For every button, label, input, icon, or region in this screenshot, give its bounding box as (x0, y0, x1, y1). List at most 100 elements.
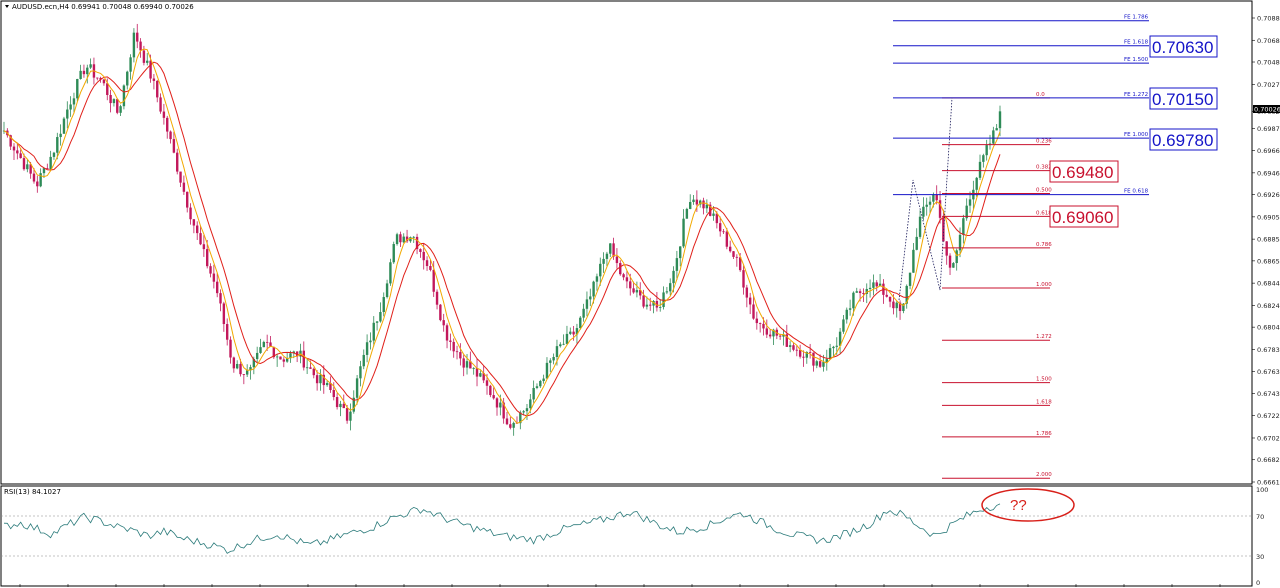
candle-body (585, 299, 589, 309)
candle-body (132, 32, 136, 58)
price-tick-label: 0.69055 (1257, 213, 1280, 221)
fib-exp-label: FE 1.618 (1124, 40, 1149, 46)
candle-body (189, 207, 192, 220)
candle-body (948, 255, 952, 268)
candle-body (96, 77, 99, 79)
candle-body (872, 282, 875, 288)
candle-body (732, 251, 735, 257)
fib-exp-label: FE 1.786 (1124, 15, 1149, 21)
candle-body (232, 357, 236, 369)
candle-body (632, 288, 635, 293)
candle-body (196, 225, 199, 234)
rsi-question-mark: ?? (1010, 497, 1027, 514)
rsi-tick-70: 70 (1256, 513, 1264, 521)
candle-body (818, 361, 822, 367)
candle-body (742, 270, 745, 288)
candle-body (89, 64, 92, 68)
candle-body (645, 304, 649, 307)
candle-body (219, 293, 222, 304)
candle-body (279, 356, 282, 360)
candle-body (572, 331, 575, 335)
candle-body (345, 408, 349, 421)
price-tick-label: 0.66820 (1257, 456, 1280, 464)
candle-body (176, 152, 179, 172)
candle-body (592, 281, 595, 297)
candle-body (918, 216, 922, 237)
candle-body (725, 231, 729, 247)
candle-body (49, 156, 52, 170)
candle-body (179, 171, 182, 183)
price-tick-label: 0.70480 (1257, 59, 1280, 67)
candle-body (26, 164, 29, 170)
candle-body (985, 145, 988, 156)
price-tick-label: 0.68040 (1257, 324, 1280, 332)
candle-body (86, 67, 89, 75)
candle-body (768, 334, 772, 337)
price-tick-label: 0.67835 (1257, 346, 1280, 354)
price-tick-label: 0.69460 (1257, 169, 1280, 177)
candle-body (815, 361, 818, 366)
candle-body (569, 331, 572, 334)
candle-body (119, 106, 122, 113)
candle-body (682, 218, 685, 247)
candle-body (419, 249, 422, 252)
candle-body (885, 294, 888, 297)
fib-ret-label: 2.000 (1036, 472, 1052, 478)
fib-ret-label: 0.382 (1036, 165, 1052, 171)
candle-body (868, 287, 872, 289)
candle-body (302, 350, 305, 368)
candle-body (409, 237, 412, 242)
candle-body (265, 341, 269, 343)
candle-body (169, 131, 172, 140)
candle-body (995, 128, 998, 131)
candle-body (235, 363, 239, 369)
candle-body (689, 202, 692, 209)
candle-body (126, 71, 129, 86)
candle-body (339, 403, 342, 408)
fib-ret-label: 0.0 (1036, 92, 1045, 98)
candle-body (752, 304, 755, 319)
candle-body (379, 312, 382, 322)
candle-body (166, 117, 169, 132)
fib-ret-label: 0.236 (1036, 139, 1052, 145)
candle-body (675, 258, 679, 271)
candle-body (172, 139, 176, 153)
candle-body (116, 99, 119, 113)
symbol-header: AUDUSD.ecn,H4 0.69941 0.70048 0.69940 0.… (12, 3, 194, 11)
candle-body (389, 262, 392, 284)
candle-body (315, 375, 319, 384)
rsi-tick-30: 30 (1256, 553, 1264, 561)
fib-ret-label: 1.500 (1036, 377, 1052, 383)
candle-body (462, 358, 465, 368)
candle-body (968, 199, 972, 206)
candle-body (162, 111, 166, 118)
candle-body (858, 291, 862, 294)
candle-body (529, 399, 532, 409)
price-tick-label: 0.67020 (1257, 434, 1280, 442)
candle-body (149, 60, 152, 79)
candle-body (156, 80, 159, 98)
candle-body (672, 270, 675, 284)
candle-body (312, 368, 315, 376)
fib-exp-label: FE 1.272 (1124, 92, 1148, 98)
candle-body (392, 244, 395, 263)
candle-body (309, 367, 312, 369)
candle-body (425, 260, 429, 267)
candle-body (912, 249, 915, 273)
candle-body (649, 304, 652, 306)
candle-body (982, 155, 985, 162)
candle-body (369, 340, 372, 343)
candle-body (895, 302, 898, 309)
candle-body (325, 382, 329, 386)
candle-body (512, 422, 515, 428)
candle-body (255, 352, 259, 360)
candle-body (832, 346, 835, 349)
candle-body (539, 381, 542, 387)
candle-body (152, 78, 156, 81)
candle-body (915, 236, 918, 250)
candle-body (365, 342, 369, 355)
candle-body (435, 291, 439, 305)
candle-body (282, 359, 286, 362)
candle-body (875, 282, 878, 287)
candle-body (659, 307, 662, 308)
